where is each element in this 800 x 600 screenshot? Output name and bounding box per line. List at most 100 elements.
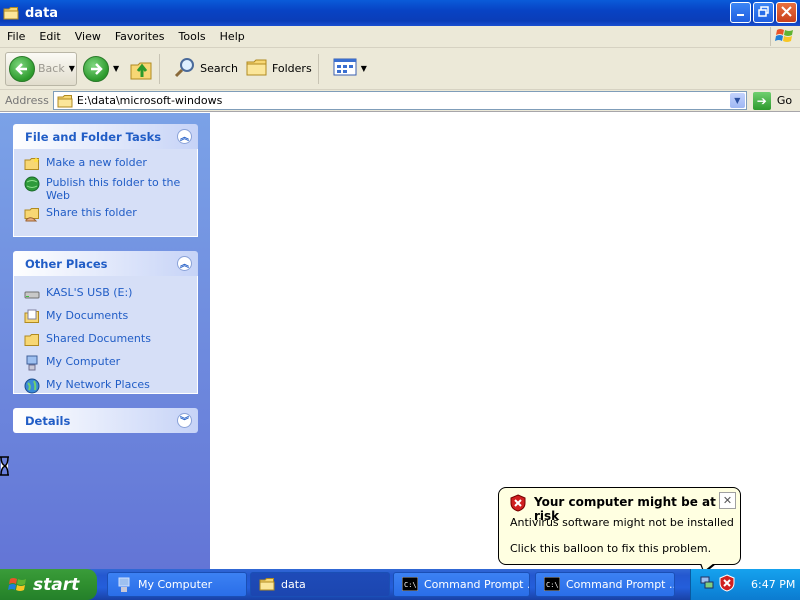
- taskbar: start My Computer data C:\ Command Promp…: [0, 569, 800, 600]
- security-shield-icon[interactable]: [719, 574, 735, 595]
- panel-body: KASL'S USB (E:) My Documents Shared Docu…: [13, 276, 198, 394]
- folder-icon: [57, 94, 73, 108]
- place-my-computer[interactable]: My Computer: [24, 355, 197, 371]
- restore-button[interactable]: [753, 2, 774, 23]
- folders-label: Folders: [271, 62, 312, 75]
- security-balloon[interactable]: Your computer might be at risk ✕ Antivir…: [498, 487, 741, 565]
- back-dropdown-icon[interactable]: ▼: [69, 64, 75, 73]
- windows-logo-icon: [8, 575, 28, 595]
- my-computer-icon: [116, 577, 132, 593]
- balloon-hint: Click this balloon to fix this problem.: [510, 542, 712, 555]
- system-tray: 6:47 PM: [690, 569, 800, 600]
- file-folder-tasks-panel: File and Folder Tasks ︽ Make a new folde…: [13, 124, 198, 237]
- hourglass-cursor-icon: [0, 456, 10, 476]
- menu-file[interactable]: File: [0, 30, 32, 43]
- task-label: Make a new folder: [46, 156, 147, 169]
- toolbar-separator: [159, 53, 161, 84]
- panel-body: Make a new folder Publish this folder to…: [13, 149, 198, 237]
- panel-header[interactable]: Details ︾: [13, 408, 198, 433]
- shared-folder-icon: [24, 206, 40, 222]
- panel-title: File and Folder Tasks: [25, 129, 162, 144]
- close-icon: [781, 5, 792, 20]
- go-arrow-icon: ➔: [752, 91, 771, 110]
- forward-dropdown-icon[interactable]: ▼: [113, 64, 119, 73]
- task-label: Share this folder: [46, 206, 137, 219]
- folders-icon: [246, 57, 268, 80]
- task-make-new-folder[interactable]: Make a new folder: [24, 156, 197, 172]
- back-label: Back: [38, 62, 65, 75]
- place-label: KASL'S USB (E:): [46, 286, 133, 299]
- panel-header[interactable]: Other Places ︽: [13, 251, 198, 276]
- taskbar-item-my-computer[interactable]: My Computer: [107, 572, 247, 597]
- new-folder-icon: [24, 156, 40, 172]
- minimize-button[interactable]: [730, 2, 751, 23]
- menu-favorites[interactable]: Favorites: [108, 30, 172, 43]
- folder-icon: [259, 577, 275, 593]
- forward-arrow-icon: [83, 55, 109, 82]
- folder-up-icon[interactable]: [129, 57, 153, 81]
- command-prompt-icon: C:\: [543, 576, 561, 593]
- place-my-network-places[interactable]: My Network Places: [24, 378, 197, 394]
- title-bar[interactable]: data: [0, 0, 800, 26]
- close-button[interactable]: [776, 2, 797, 23]
- place-label: My Network Places: [46, 378, 150, 391]
- start-button[interactable]: start: [0, 569, 97, 600]
- search-label: Search: [200, 62, 238, 75]
- search-button[interactable]: Search: [174, 56, 238, 81]
- window-title: data: [25, 5, 59, 21]
- taskbar-item-label: Command Prompt ...: [566, 578, 675, 591]
- go-button[interactable]: ➔ Go: [752, 91, 793, 110]
- my-documents-icon: [24, 309, 40, 325]
- place-my-documents[interactable]: My Documents: [24, 309, 197, 325]
- taskbar-item-label: My Computer: [138, 578, 213, 591]
- taskbar-item-command-prompt-1[interactable]: C:\ Command Prompt ...: [393, 572, 530, 597]
- balloon-close-button[interactable]: ✕: [719, 492, 736, 509]
- folder-icon: [3, 6, 19, 20]
- views-button[interactable]: ▼: [333, 57, 367, 80]
- shared-documents-icon: [24, 332, 40, 348]
- address-dropdown-icon[interactable]: ▼: [729, 93, 745, 108]
- views-dropdown-icon: ▼: [360, 64, 367, 73]
- svg-text:C:\: C:\: [404, 581, 417, 589]
- minimize-icon: [736, 6, 746, 20]
- place-usb-drive[interactable]: KASL'S USB (E:): [24, 286, 197, 302]
- menu-bar: File Edit View Favorites Tools Help: [0, 26, 800, 48]
- collapse-chevron-icon[interactable]: ︽: [177, 129, 192, 144]
- taskbar-item-label: data: [281, 578, 306, 591]
- task-publish-web[interactable]: Publish this folder to the Web: [24, 176, 197, 202]
- collapse-chevron-icon[interactable]: ︽: [177, 256, 192, 271]
- taskbar-item-command-prompt-2[interactable]: C:\ Command Prompt ...: [535, 572, 675, 597]
- toolbar-separator: [317, 53, 319, 84]
- place-label: My Computer: [46, 355, 121, 368]
- views-icon: [333, 57, 357, 80]
- security-shield-icon: [510, 494, 526, 515]
- menu-edit[interactable]: Edit: [32, 30, 67, 43]
- toolbar: Back ▼ ▼ Search Folders ▼: [0, 48, 800, 90]
- svg-text:C:\: C:\: [546, 581, 559, 589]
- taskbar-item-data[interactable]: data: [250, 572, 390, 597]
- menu-view[interactable]: View: [68, 30, 108, 43]
- forward-button[interactable]: ▼: [83, 55, 119, 82]
- network-places-icon: [24, 378, 40, 394]
- globe-icon: [24, 176, 40, 192]
- panel-header[interactable]: File and Folder Tasks ︽: [13, 124, 198, 149]
- network-tray-icon[interactable]: [699, 574, 715, 595]
- usb-drive-icon: [24, 286, 40, 302]
- go-label: Go: [776, 94, 793, 107]
- my-computer-icon: [24, 355, 40, 371]
- other-places-panel: Other Places ︽ KASL'S USB (E:) My Docume…: [13, 251, 198, 394]
- panel-title: Other Places: [25, 256, 108, 271]
- search-icon: [174, 56, 196, 81]
- restore-icon: [758, 5, 769, 20]
- expand-chevron-icon[interactable]: ︾: [177, 413, 192, 428]
- address-input[interactable]: E:\data\microsoft-windows ▼: [52, 91, 747, 110]
- place-shared-documents[interactable]: Shared Documents: [24, 332, 197, 348]
- address-path: E:\data\microsoft-windows: [76, 94, 223, 107]
- clock[interactable]: 6:47 PM: [751, 578, 795, 591]
- menu-help[interactable]: Help: [213, 30, 252, 43]
- folders-button[interactable]: Folders: [246, 57, 312, 80]
- menu-tools[interactable]: Tools: [172, 30, 213, 43]
- back-button[interactable]: Back ▼: [5, 51, 77, 86]
- task-pane: File and Folder Tasks ︽ Make a new folde…: [0, 113, 210, 569]
- task-share-folder[interactable]: Share this folder: [24, 206, 197, 222]
